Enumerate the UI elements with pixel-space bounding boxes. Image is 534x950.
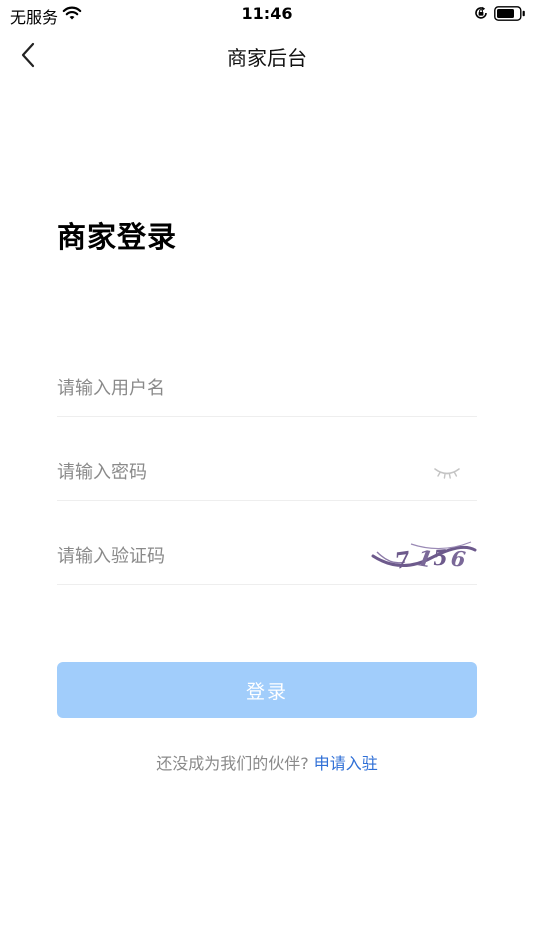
login-button[interactable]: 登录 xyxy=(57,662,477,718)
signup-prompt-text: 还没成为我们的伙伴? xyxy=(156,754,309,773)
nav-title: 商家后台 xyxy=(227,46,307,70)
navigation-bar: 商家后台 xyxy=(0,28,534,82)
eye-closed-icon[interactable] xyxy=(433,462,461,482)
username-field xyxy=(57,360,477,417)
page-title: 商家登录 xyxy=(57,220,178,254)
username-input[interactable] xyxy=(57,360,397,416)
captcha-image[interactable]: 7 1 5 6 xyxy=(371,536,477,576)
captcha-input[interactable] xyxy=(57,528,397,584)
password-input[interactable] xyxy=(57,444,397,500)
login-screen: 无服务 11:46 商家后台 商家登录 请输入用户名 请输入验证码 7 1 5 … xyxy=(0,0,534,950)
apply-join-link[interactable]: 申请入驻 xyxy=(314,754,378,773)
status-bar: 无服务 11:46 xyxy=(0,0,534,28)
svg-text:7: 7 xyxy=(393,547,412,575)
battery-icon xyxy=(494,6,525,21)
signup-prompt-line: 还没成为我们的伙伴? 申请入驻 xyxy=(0,750,534,774)
svg-text:6: 6 xyxy=(450,545,468,571)
captcha-field: 7 1 5 6 xyxy=(57,528,477,585)
password-field xyxy=(57,444,477,501)
clock: 11:46 xyxy=(241,4,293,23)
orientation-lock-icon xyxy=(475,6,487,19)
